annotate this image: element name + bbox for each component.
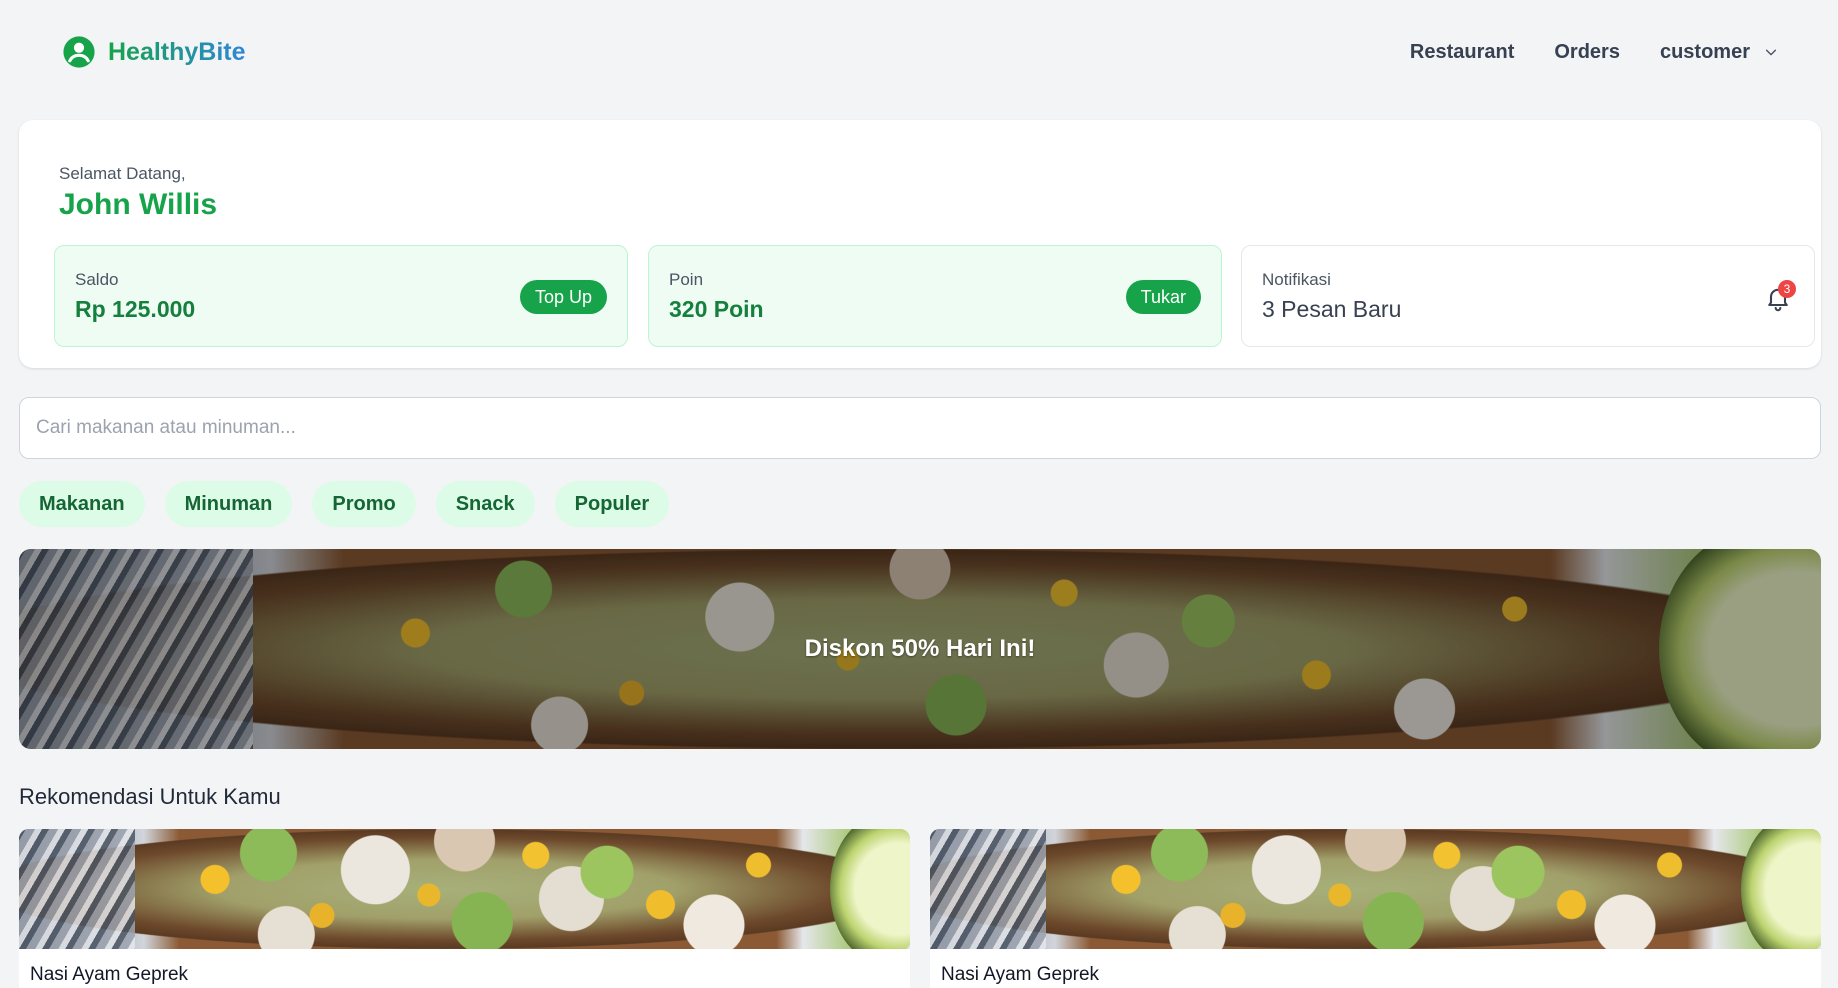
nav-links: Restaurant Orders customer: [1410, 41, 1778, 64]
brand[interactable]: HealthyBite: [62, 35, 246, 69]
greeting-label: Selamat Datang,: [59, 164, 186, 183]
notification-bell[interactable]: 3: [1764, 280, 1796, 312]
balance-card: Saldo Rp 125.000 Top Up: [54, 245, 628, 347]
food-card[interactable]: Nasi Ayam Geprek: [19, 829, 910, 988]
nav-orders[interactable]: Orders: [1554, 41, 1620, 64]
category-makanan[interactable]: Makanan: [19, 481, 145, 527]
redeem-button[interactable]: Tukar: [1125, 280, 1201, 314]
notification-value: 3 Pesan Baru: [1262, 296, 1402, 322]
user-name: John Willis: [59, 188, 218, 221]
food-card-name: Nasi Ayam Geprek: [30, 964, 189, 985]
food-card-name: Nasi Ayam Geprek: [941, 964, 1100, 985]
recommendations-title: Rekomendasi Untuk Kamu: [19, 784, 281, 809]
category-snack[interactable]: Snack: [435, 481, 535, 527]
notification-card[interactable]: Notifikasi 3 Pesan Baru 3: [1241, 245, 1815, 347]
food-image-cloth: [930, 829, 1046, 949]
navbar: HealthyBite Restaurant Orders customer: [0, 0, 1838, 104]
nav-restaurant[interactable]: Restaurant: [1410, 41, 1514, 64]
brand-name: HealthyBite: [108, 37, 246, 66]
balance-value: Rp 125.000: [75, 296, 196, 322]
banner-overlay: Diskon 50% Hari Ini!: [19, 549, 1821, 749]
points-label: Poin: [669, 270, 704, 289]
food-image-avocado: [1740, 829, 1821, 949]
welcome-card: Selamat Datang, John Willis Saldo Rp 125…: [19, 120, 1821, 368]
search-input[interactable]: [19, 397, 1821, 459]
category-populer[interactable]: Populer: [554, 481, 670, 527]
user-circle-icon: [63, 36, 95, 68]
category-minuman[interactable]: Minuman: [164, 481, 293, 527]
food-image-avocado: [829, 829, 910, 949]
promo-banner[interactable]: Diskon 50% Hari Ini!: [19, 549, 1821, 749]
top-up-button[interactable]: Top Up: [519, 280, 607, 314]
chevron-down-icon: [1765, 49, 1777, 56]
user-menu-label: customer: [1659, 40, 1750, 63]
food-card-image: [930, 829, 1821, 949]
user-menu[interactable]: customer: [1660, 41, 1778, 64]
balance-label: Saldo: [75, 270, 119, 289]
points-value: 320 Poin: [669, 296, 764, 322]
food-image-cloth: [19, 829, 135, 949]
category-promo[interactable]: Promo: [312, 481, 416, 527]
food-card-image: [19, 829, 910, 949]
banner-text: Diskon 50% Hari Ini!: [804, 635, 1036, 662]
notification-label: Notifikasi: [1262, 270, 1331, 289]
points-card: Poin 320 Poin Tukar: [648, 245, 1222, 347]
category-chips: Makanan Minuman Promo Snack Populer: [19, 481, 670, 527]
notification-badge: 3: [1778, 280, 1796, 298]
food-card[interactable]: Nasi Ayam Geprek: [930, 829, 1821, 988]
